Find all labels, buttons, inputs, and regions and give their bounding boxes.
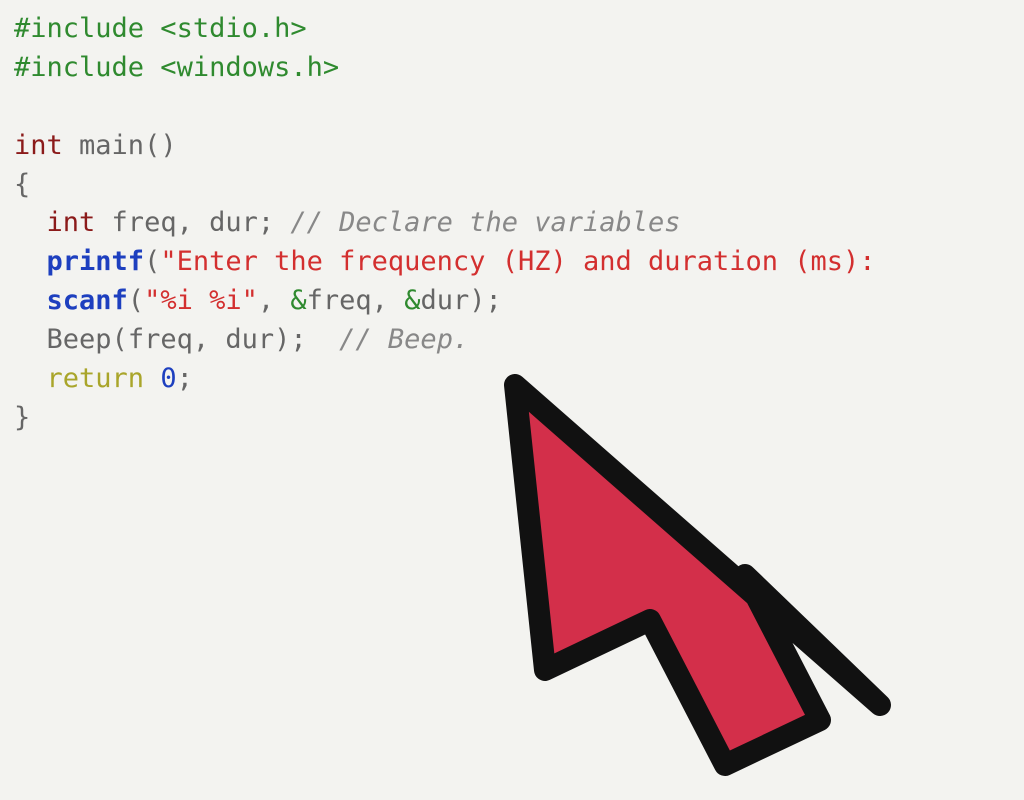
header-close: > bbox=[323, 52, 339, 83]
args: freq, dur bbox=[128, 324, 274, 355]
brace-close: } bbox=[14, 402, 30, 433]
indent bbox=[14, 285, 47, 316]
paren-close: ); bbox=[469, 285, 502, 316]
addr-of: & bbox=[404, 285, 420, 316]
addr-of: & bbox=[290, 285, 306, 316]
paren-open: ( bbox=[144, 246, 160, 277]
comment: // Beep. bbox=[339, 324, 469, 355]
paren-close: ); bbox=[274, 324, 339, 355]
fn-printf: printf bbox=[47, 246, 145, 277]
paren-open: ( bbox=[112, 324, 128, 355]
indent bbox=[14, 324, 47, 355]
indent bbox=[14, 207, 47, 238]
semicolon: ; bbox=[177, 363, 193, 394]
var-freq: freq bbox=[307, 285, 372, 316]
comment: // Declare the variables bbox=[290, 207, 680, 238]
header-name: windows.h bbox=[177, 52, 323, 83]
var-decl: freq, dur; bbox=[95, 207, 290, 238]
paren-open: ( bbox=[128, 285, 144, 316]
kw-return: return bbox=[47, 363, 145, 394]
comma: , bbox=[372, 285, 405, 316]
fn-beep: Beep bbox=[47, 324, 112, 355]
indent bbox=[14, 246, 47, 277]
preproc-include: #include bbox=[14, 13, 144, 44]
var-dur: dur bbox=[420, 285, 469, 316]
brace-open: { bbox=[14, 169, 30, 200]
code-editor: #include <stdio.h> #include <windows.h> … bbox=[0, 0, 1024, 448]
parens: () bbox=[144, 130, 177, 161]
header-close: > bbox=[290, 13, 306, 44]
fn-main: main bbox=[63, 130, 144, 161]
header-open: < bbox=[144, 52, 177, 83]
header-name: stdio.h bbox=[177, 13, 291, 44]
fn-scanf: scanf bbox=[47, 285, 128, 316]
string-literal: "Enter the frequency (HZ) and duration (… bbox=[160, 246, 875, 277]
preproc-include: #include bbox=[14, 52, 144, 83]
number-zero: 0 bbox=[160, 363, 176, 394]
type-int: int bbox=[47, 207, 96, 238]
header-open: < bbox=[144, 13, 177, 44]
comma: , bbox=[258, 285, 291, 316]
space bbox=[144, 363, 160, 394]
indent bbox=[14, 363, 47, 394]
type-int: int bbox=[14, 130, 63, 161]
string-literal: "%i %i" bbox=[144, 285, 258, 316]
